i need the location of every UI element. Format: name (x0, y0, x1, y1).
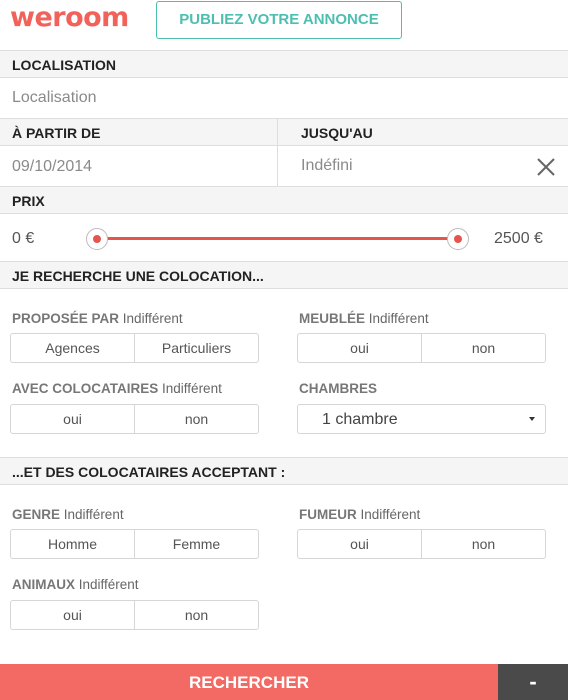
with-roommates-title: AVEC COLOCATAIRES (12, 381, 159, 396)
divider (277, 119, 278, 186)
furnished-value: Indifférent (368, 311, 429, 326)
with-roommates-yes-option[interactable]: oui (11, 405, 134, 433)
price-slider-max-handle[interactable] (447, 228, 469, 250)
rooms-select-value: 1 chambre (322, 411, 398, 428)
price-slider-min-handle[interactable] (86, 228, 108, 250)
price-label: PRIX (12, 193, 45, 209)
to-date-label: JUSQU'AU (301, 125, 373, 141)
smoker-title: FUMEUR (299, 507, 357, 522)
proposed-by-value: Indifférent (122, 311, 183, 326)
individuals-option[interactable]: Particuliers (134, 334, 258, 362)
from-date-label: À PARTIR DE (12, 125, 101, 141)
from-date-input[interactable]: 09/10/2014 (12, 158, 92, 176)
colocation-heading: JE RECHERCHE UNE COLOCATION... (12, 268, 264, 284)
animals-value: Indifférent (78, 577, 139, 592)
smoker-no-option[interactable]: non (421, 530, 545, 558)
furnished-yes-option[interactable]: oui (298, 334, 421, 362)
with-roommates-no-option[interactable]: non (134, 405, 258, 433)
with-roommates-toggle: oui non (10, 404, 259, 434)
price-min: 0 € (12, 230, 35, 247)
divider (0, 213, 568, 214)
price-max: 2500 € (494, 230, 543, 247)
agencies-option[interactable]: Agences (11, 334, 134, 362)
close-icon[interactable] (536, 157, 556, 177)
furnished-no-option[interactable]: non (421, 334, 545, 362)
gender-title: GENRE (12, 507, 61, 522)
furnished-toggle: oui non (297, 333, 546, 363)
divider (0, 484, 568, 485)
proposed-by-title: PROPOSÉE PAR (12, 311, 120, 326)
animals-yes-option[interactable]: oui (11, 601, 134, 629)
rooms-title: CHAMBRES (299, 381, 378, 396)
gender-toggle: Homme Femme (10, 529, 259, 559)
weroom-logo[interactable]: weroom (10, 2, 129, 33)
proposed-by-label: PROPOSÉE PAR Indifférent (12, 311, 183, 326)
furnished-label: MEUBLÉE Indifférent (299, 311, 429, 326)
proposed-by-toggle: Agences Particuliers (10, 333, 259, 363)
gender-value: Indifférent (63, 507, 124, 522)
top-bar: weroom PUBLIEZ VOTRE ANNONCE (0, 0, 568, 50)
furnished-title: MEUBLÉE (299, 311, 366, 326)
gender-female-option[interactable]: Femme (134, 530, 258, 558)
divider (0, 145, 568, 146)
animals-toggle: oui non (10, 600, 259, 630)
location-input[interactable]: Localisation (12, 89, 97, 107)
animals-label: ANIMAUX Indifférent (12, 577, 139, 592)
animals-no-option[interactable]: non (134, 601, 258, 629)
rooms-label: CHAMBRES (299, 381, 377, 396)
gender-male-option[interactable]: Homme (11, 530, 134, 558)
location-label: LOCALISATION (12, 57, 116, 73)
search-button[interactable]: RECHERCHER (0, 664, 498, 700)
smoker-toggle: oui non (297, 529, 546, 559)
with-roommates-value: Indifférent (162, 381, 222, 396)
to-date-input[interactable]: Indéfini (301, 157, 353, 175)
smoker-yes-option[interactable]: oui (298, 530, 421, 558)
smoker-label: FUMEUR Indifférent (299, 507, 420, 522)
smoker-value: Indifférent (360, 507, 421, 522)
caret-down-icon (529, 417, 535, 421)
price-header (0, 187, 568, 213)
animals-title: ANIMAUX (12, 577, 75, 592)
rooms-select[interactable]: 1 chambre (297, 404, 546, 434)
gender-label: GENRE Indifférent (12, 507, 124, 522)
roommates-heading: ...ET DES COLOCATAIRES ACCEPTANT : (12, 464, 286, 480)
collapse-button[interactable]: - (498, 664, 568, 700)
divider (0, 288, 568, 289)
with-roommates-label: AVEC COLOCATAIRES Indifférent (12, 381, 222, 396)
price-slider-track[interactable] (96, 237, 458, 240)
publish-listing-button[interactable]: PUBLIEZ VOTRE ANNONCE (156, 1, 402, 39)
divider (0, 77, 568, 78)
